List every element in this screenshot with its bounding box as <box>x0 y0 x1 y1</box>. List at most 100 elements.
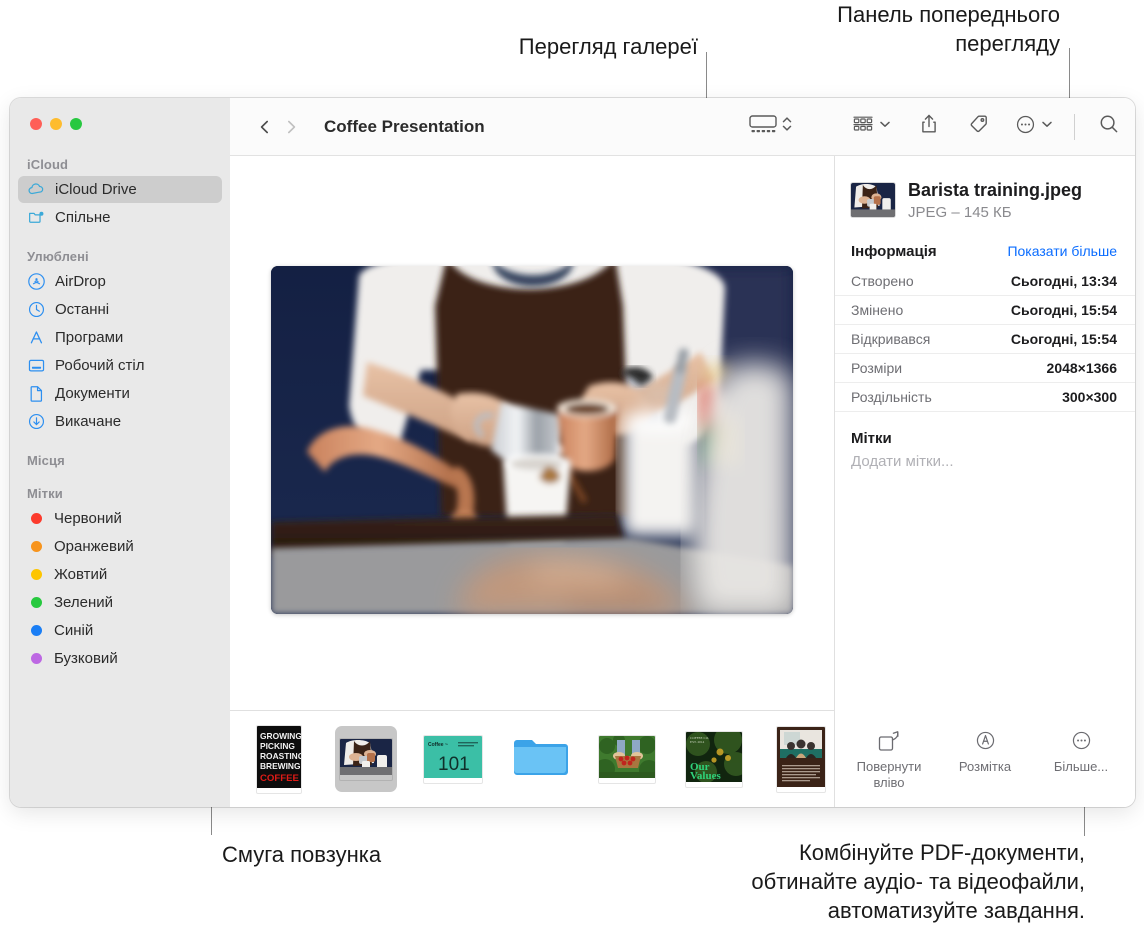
tag-dot-icon <box>31 513 42 524</box>
sidebar-tag-blue[interactable]: Синій <box>18 617 222 644</box>
gallery-view-button[interactable] <box>748 113 793 141</box>
preview-info-header: Інформація Показати більше <box>835 221 1135 267</box>
show-more-link[interactable]: Показати більше <box>1007 243 1117 259</box>
markup-button[interactable]: Розмітка <box>939 730 1031 775</box>
sidebar-item-label: Оранжевий <box>54 538 134 555</box>
chevron-up-down-icon[interactable] <box>781 113 793 140</box>
tag-icon <box>966 112 990 141</box>
preview-info-row-resolution: Роздільність 300×300 <box>835 383 1135 413</box>
rotate-left-label: Повернути вліво <box>856 758 922 790</box>
preview-info-key: Змінено <box>851 302 904 319</box>
tag-dot-icon <box>31 625 42 636</box>
sidebar-item-label: Синій <box>54 622 94 639</box>
sidebar-tag-purple[interactable]: Бузковий <box>18 645 222 672</box>
gallery-view-icon <box>748 113 778 140</box>
sidebar: iCloud iCloud Drive Спільне Улюблені Air… <box>10 98 230 807</box>
preview-file-titleblock: Barista training.jpeg JPEG – 145 КБ <box>908 180 1082 221</box>
preview-info-value: Сьогодні, 15:54 <box>1010 331 1117 348</box>
preview-header: Barista training.jpeg JPEG – 145 КБ <box>835 156 1135 221</box>
preview-spacer <box>835 470 1135 729</box>
close-button[interactable] <box>30 118 42 130</box>
sidebar-item-label: Спільне <box>55 209 111 226</box>
filmstrip-item-coffee-poster[interactable]: GROWING PICKING ROASTING BREWING COFFEE <box>248 725 310 792</box>
preview-tags-title: Мітки <box>851 430 892 448</box>
sidebar-item-icloud-drive[interactable]: iCloud Drive <box>18 176 222 203</box>
sidebar-tag-yellow[interactable]: Жовтий <box>18 561 222 588</box>
filmstrip-item-barista-training[interactable] <box>335 726 397 792</box>
preview-info-value: 300×300 <box>1062 389 1117 406</box>
more-label: Більше... <box>1053 758 1109 774</box>
coffee-101-thumbnail: Coffee ~ 101 <box>424 735 482 783</box>
callout-more-actions: Комбінуйте PDF-документи, обтинайте ауді… <box>751 840 1085 924</box>
filmstrip-item-our-values[interactable]: COFFEE CO. EST. 2014 Our Values <box>683 726 745 792</box>
tag-dot-icon <box>31 653 42 664</box>
share-button[interactable] <box>918 113 940 141</box>
folder-thumbnail <box>512 735 568 784</box>
preview-info-key: Розміри <box>851 360 903 377</box>
sidebar-item-downloads[interactable]: Викачане <box>18 408 222 435</box>
sidebar-item-airdrop[interactable]: AirDrop <box>18 268 222 295</box>
desktop-icon <box>27 356 46 375</box>
forward-button[interactable] <box>278 114 304 140</box>
sidebar-item-label: Програми <box>55 329 124 346</box>
applications-icon <box>27 328 46 347</box>
document-icon <box>27 384 46 403</box>
more-actions-button[interactable] <box>1014 113 1054 141</box>
add-tags-input[interactable]: Додати мітки... <box>835 447 1135 470</box>
svg-text:GROWING: GROWING <box>260 731 301 741</box>
svg-text:ROASTING: ROASTING <box>260 751 301 761</box>
minimize-button[interactable] <box>50 118 62 130</box>
barista-training-thumbnail <box>340 738 392 780</box>
callout-scrubber-bar: Смуга повзунка <box>222 842 382 867</box>
filmstrip-item-coffee-cherries[interactable] <box>596 726 658 792</box>
ellipsis-circle-icon <box>1014 113 1037 141</box>
sidebar-item-label: Жовтий <box>54 566 108 583</box>
preview-filename: Barista training.jpeg <box>908 180 1083 200</box>
svg-text:EST. 2014: EST. 2014 <box>690 740 705 744</box>
tag-button[interactable] <box>966 113 990 141</box>
downloads-icon <box>27 412 46 431</box>
chevron-down-icon[interactable] <box>1040 113 1054 140</box>
sidebar-item-label: Зелений <box>54 594 114 611</box>
share-icon <box>918 112 940 141</box>
search-icon <box>1097 112 1121 141</box>
more-button[interactable]: Більше... <box>1035 730 1127 775</box>
sidebar-item-recents[interactable]: Останні <box>18 296 222 323</box>
sidebar-tag-green[interactable]: Зелений <box>18 589 222 616</box>
preview-quick-actions: Повернути вліво Розмітка Більше... <box>835 730 1135 808</box>
toolbar-divider <box>1074 113 1075 140</box>
sidebar-item-label: Робочий стіл <box>55 357 145 374</box>
sidebar-section-favorites: Улюблені <box>27 249 89 264</box>
sidebar-item-applications[interactable]: Програми <box>18 324 222 351</box>
svg-text:COFFEE: COFFEE <box>260 773 300 784</box>
finder-window: iCloud iCloud Drive Спільне Улюблені Air… <box>10 98 1135 807</box>
filmstrip-item-meeting-document[interactable] <box>770 726 832 792</box>
sidebar-item-documents[interactable]: Документи <box>18 380 222 407</box>
rotate-left-button[interactable]: Повернути вліво <box>843 730 935 792</box>
scrubber-bar[interactable]: GROWING PICKING ROASTING BREWING COFFEE <box>230 710 834 807</box>
search-button[interactable] <box>1097 113 1121 141</box>
tag-dot-icon <box>31 597 42 608</box>
sidebar-item-shared[interactable]: Спільне <box>18 204 222 231</box>
tag-dot-icon <box>31 569 42 580</box>
clock-icon <box>27 300 46 319</box>
ellipsis-circle-icon <box>1070 730 1093 752</box>
arrange-button[interactable] <box>851 113 892 141</box>
filmstrip-item-coffee-101[interactable]: Coffee ~ 101 <box>422 726 484 792</box>
chevron-down-icon[interactable] <box>878 113 892 140</box>
coffee-cherries-thumbnail <box>599 735 655 783</box>
sidebar-section-tags: Мітки <box>27 486 63 501</box>
preview-filemeta: JPEG – 145 КБ <box>908 204 1012 222</box>
hero-image-barista-training[interactable] <box>271 266 793 614</box>
preview-info-value: 2048×1366 <box>1046 360 1117 377</box>
preview-info-row-dimensions: Розміри 2048×1366 <box>835 354 1135 384</box>
sidebar-tag-orange[interactable]: Оранжевий <box>18 533 222 560</box>
preview-info-row-opened: Відкривався Сьогодні, 15:54 <box>835 325 1135 355</box>
sidebar-item-desktop[interactable]: Робочий стіл <box>18 352 222 379</box>
airdrop-icon <box>27 272 46 291</box>
back-button[interactable] <box>252 114 278 140</box>
maximize-button[interactable] <box>70 118 82 130</box>
filmstrip-item-folder[interactable] <box>509 726 571 792</box>
sidebar-tag-red[interactable]: Червоний <box>18 505 222 532</box>
sidebar-item-label: Бузковий <box>54 650 118 667</box>
